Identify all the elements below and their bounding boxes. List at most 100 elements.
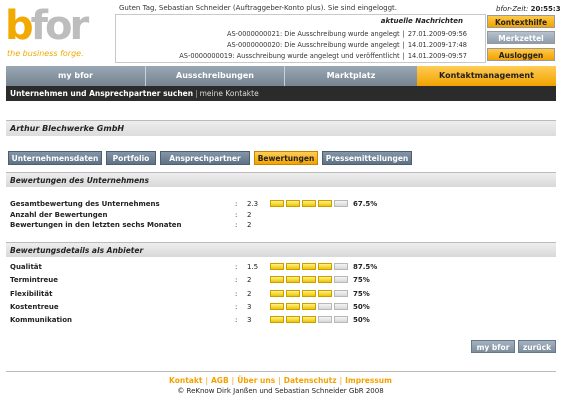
back-button[interactable]: zurück [518,340,556,353]
bfor-clock: bfor-Zeit: 20:55:31 [496,5,561,13]
rating-value: 2.3 [247,200,259,208]
rating-bar-segment [302,290,316,297]
rating-bar-segment [334,200,348,207]
rating-row-flexibility: Flexibilität : 2 75% [10,290,370,298]
rating-bar-segment [302,276,316,283]
rating-bar-segment [270,276,284,283]
tab-press-releases[interactable]: Pressemitteilungen [322,151,412,165]
notepad-button[interactable]: Merkzettel [487,31,555,44]
news-item-date: 14.01.2009-17:48 [407,41,467,49]
logo-tagline: the business forge. [7,49,84,58]
rating-label: Anzahl der Bewertungen [10,211,108,219]
news-item-text[interactable]: AS-0000000020: Die Ausschreibung wurde a… [227,41,400,49]
rating-value: 2 [247,211,252,219]
rating-row-cost: Kostentreue : 3 50% [10,303,370,311]
footer-link-contact[interactable]: Kontakt [169,376,202,385]
rating-row-communication: Kommunikation : 3 50% [10,316,370,324]
rating-label: Kommunikation [10,316,72,324]
subnav-item-my-contacts[interactable]: meine Kontakte [200,89,259,98]
company-name-bar: Arthur Blechwerke GmbH [6,120,556,136]
news-title: aktuelle Nachrichten [380,17,463,25]
rating-bar-segment [270,316,284,323]
rating-row-punctuality: Termintreue : 2 75% [10,276,370,284]
rating-row-recent: Bewertungen in den letzten sechs Monaten… [10,221,252,229]
rating-bar-segment [302,316,316,323]
footer-link-about[interactable]: Über uns [237,376,275,385]
rating-bar-segment [286,200,300,207]
news-item-date: 14.01.2009-09:57 [407,52,467,60]
greeting-text: Guten Tag, Sebastian Schneider (Auftragg… [119,4,398,12]
rating-value: 2 [247,221,252,229]
rating-bar-segment [334,290,348,297]
rating-row-count: Anzahl der Bewertungen : 2 [10,211,252,219]
news-item-text[interactable]: AS-0000000021: Die Ausschreibung wurde a… [227,30,400,38]
subnav-item-search[interactable]: Unternehmen und Ansprechpartner suchen [10,89,193,98]
footer-link-imprint[interactable]: Impressum [345,376,392,385]
main-navigation: my bfor Ausschreibungen Marktplatz Konta… [6,66,556,86]
rating-label: Termintreue [10,276,58,284]
rating-label: Bewertungen in den letzten sechs Monaten [10,221,182,229]
news-item-text[interactable]: AS-0000000019: Ausschreibung wurde angel… [179,52,399,60]
rating-value: 2 [247,290,252,298]
rating-label: Kostentreue [10,303,59,311]
rating-bar-segment [270,303,284,310]
rating-label: Gesamtbewertung des Unternehmens [10,200,160,208]
sub-navigation: Unternehmen und Ansprechpartner suchen | m… [6,86,556,101]
rating-row-overall: Gesamtbewertung des Unternehmens : 2.3 6… [10,200,378,208]
tab-portfolio[interactable]: Portfolio [106,151,156,165]
rating-bar-segment [286,303,300,310]
rating-bar-segment [318,263,332,270]
rating-value: 2 [247,276,252,284]
logo-wordmark: bfor [5,3,89,49]
nav-tab-marktplatz[interactable]: Marktplatz [285,66,417,86]
my-bfor-button[interactable]: my bfor [471,340,515,353]
tab-company-data[interactable]: Unternehmensdaten [8,151,102,165]
rating-percent: 75% [353,290,370,298]
section-title-company-ratings: Bewertungen des Unternehmens [6,172,556,187]
rating-bar-segment [334,303,348,310]
rating-bar-segment [318,316,332,323]
context-help-button[interactable]: Kontexthilfe [487,15,555,28]
rating-value: 1.5 [247,263,259,271]
rating-row-quality: Qualität : 1.5 87.5% [10,263,378,271]
bfor-logo[interactable]: bfor the business forge. [5,4,100,62]
nav-tab-kontaktmanagement[interactable]: Kontaktmanagement [417,66,556,86]
rating-bar-segment [318,303,332,310]
rating-bar-segment [286,276,300,283]
rating-value: 3 [247,316,252,324]
news-panel: aktuelle Nachrichten AS-0000000021: Die … [115,14,486,63]
nav-tab-my-bfor[interactable]: my bfor [6,66,145,86]
rating-value: 3 [247,303,252,311]
footer-copyright: © ReKnow Dirk Janßen und Sebastian Schne… [177,387,384,395]
rating-bar-segment [334,263,348,270]
rating-percent: 67.5% [353,200,378,208]
section-title-details: Bewertungsdetails als Anbieter [6,242,556,257]
rating-bar-segment [318,276,332,283]
tab-ratings[interactable]: Bewertungen [254,151,318,165]
news-item[interactable]: AS-0000000019: Ausschreibung wurde angel… [179,52,467,60]
nav-tab-ausschreibungen[interactable]: Ausschreibungen [146,66,284,86]
logout-button[interactable]: Ausloggen [487,48,555,61]
rating-label: Flexibilität [10,290,53,298]
rating-bar-segment [286,316,300,323]
footer-link-privacy[interactable]: Datenschutz [284,376,337,385]
rating-bar-segment [270,290,284,297]
tab-contacts[interactable]: Ansprechpartner [160,151,250,165]
rating-label: Qualität [10,263,42,271]
rating-bar-segment [286,290,300,297]
rating-bar-segment [302,263,316,270]
news-item[interactable]: AS-0000000021: Die Ausschreibung wurde a… [227,30,467,38]
rating-bar-segment [302,303,316,310]
footer-divider [6,371,556,372]
rating-percent: 50% [353,316,370,324]
rating-bar-segment [334,276,348,283]
rating-percent: 87.5% [353,263,378,271]
footer-link-terms[interactable]: AGB [211,376,229,385]
rating-percent: 75% [353,276,370,284]
rating-bar-segment [302,200,316,207]
rating-bar-segment [318,200,332,207]
rating-percent: 50% [353,303,370,311]
rating-bar-segment [270,263,284,270]
news-item[interactable]: AS-0000000020: Die Ausschreibung wurde a… [227,41,467,49]
rating-bar-segment [334,316,348,323]
